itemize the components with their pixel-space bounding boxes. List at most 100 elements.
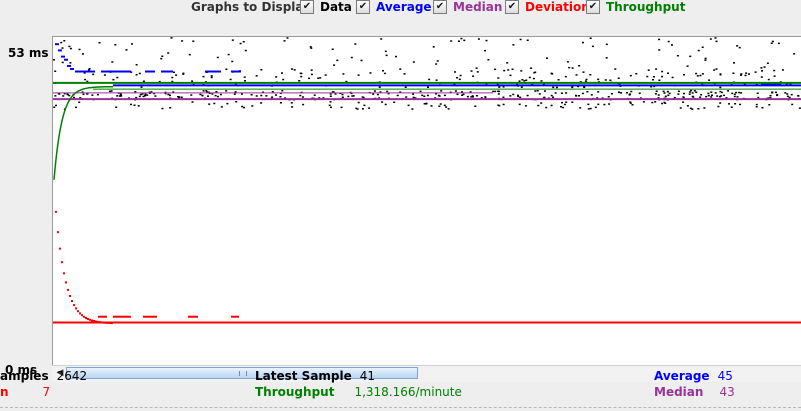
data-point — [581, 92, 584, 95]
data-point — [474, 105, 477, 107]
data-point — [210, 76, 213, 79]
checkbox-deviation[interactable]: ✔ Deviation — [505, 0, 590, 14]
data-point — [384, 50, 387, 53]
data-point — [693, 90, 696, 92]
data-point — [207, 95, 209, 97]
data-point — [54, 70, 57, 72]
checkbox-check-icon[interactable]: ✔ — [356, 0, 370, 14]
data-point — [683, 92, 685, 95]
data-point — [740, 74, 742, 76]
data-point — [116, 76, 119, 79]
data-point — [740, 92, 743, 94]
data-point — [241, 105, 244, 108]
data-point — [407, 104, 410, 107]
data-point — [786, 93, 789, 95]
data-point — [260, 69, 263, 71]
data-point — [61, 47, 64, 49]
data-point — [730, 106, 733, 108]
data-point — [103, 74, 106, 76]
checkbox-check-icon[interactable]: ✔ — [433, 0, 447, 14]
average-segment — [75, 70, 95, 73]
deviation-point — [75, 307, 77, 310]
data-point — [310, 73, 313, 76]
deviation-value: 7 — [42, 385, 51, 399]
data-point — [215, 91, 218, 93]
data-point — [354, 43, 357, 45]
data-point — [342, 73, 345, 75]
data-point — [363, 104, 366, 107]
data-point — [521, 79, 524, 81]
data-point — [308, 77, 311, 80]
data-point — [96, 93, 99, 96]
data-point — [658, 79, 661, 81]
data-point — [554, 92, 557, 94]
data-point — [255, 95, 258, 97]
data-point — [154, 95, 157, 97]
data-point — [201, 94, 204, 97]
data-point — [202, 90, 205, 92]
data-point — [403, 73, 406, 75]
data-point — [707, 94, 710, 97]
graphs-to-display-label: Graphs to Display — [191, 0, 311, 14]
data-point — [317, 77, 320, 79]
data-point — [142, 95, 145, 98]
data-point — [167, 93, 170, 96]
data-point — [220, 106, 223, 108]
data-point — [586, 91, 589, 93]
data-point — [617, 77, 620, 79]
data-point — [663, 92, 666, 94]
checkbox-median[interactable]: ✔ Median — [433, 0, 502, 14]
checkbox-throughput[interactable]: ✔ Throughput — [586, 0, 685, 14]
data-point — [130, 103, 132, 106]
data-point — [170, 37, 173, 39]
deviation-point — [91, 319, 93, 322]
data-point — [466, 95, 469, 98]
data-point — [575, 74, 578, 76]
deviation-point — [83, 315, 85, 318]
latest-sample-value: 41 — [359, 369, 376, 383]
data-point — [605, 57, 608, 59]
data-point — [608, 103, 611, 105]
checkbox-data[interactable]: ✔ Data — [300, 0, 352, 14]
data-point — [773, 75, 776, 77]
data-point — [190, 94, 193, 96]
data-point — [301, 96, 304, 98]
data-point — [462, 93, 465, 96]
checkbox-check-icon[interactable]: ✔ — [505, 0, 519, 14]
data-point — [63, 40, 66, 42]
data-point — [661, 102, 664, 105]
data-point — [652, 79, 654, 81]
data-point — [53, 106, 56, 108]
data-point — [439, 103, 442, 105]
data-point — [520, 70, 523, 72]
checkbox-average[interactable]: ✔ Average — [356, 0, 432, 14]
data-point — [386, 90, 389, 93]
data-point — [677, 90, 680, 93]
average-segment — [231, 70, 241, 73]
data-point — [739, 103, 742, 106]
data-point — [775, 91, 777, 94]
data-point — [597, 103, 600, 106]
data-point — [748, 73, 750, 75]
data-point — [700, 94, 703, 96]
data-point — [755, 103, 758, 106]
data-point — [699, 96, 702, 98]
checkbox-check-icon[interactable]: ✔ — [586, 0, 600, 14]
data-point — [356, 108, 359, 110]
checkbox-check-icon[interactable]: ✔ — [300, 0, 314, 14]
data-point — [243, 106, 245, 109]
data-point — [300, 72, 303, 75]
bottom-divider — [0, 407, 801, 409]
deviation-point — [87, 318, 89, 320]
data-point — [300, 75, 303, 78]
data-point — [458, 40, 460, 42]
data-point — [334, 93, 337, 95]
data-point — [536, 90, 539, 92]
data-point — [443, 94, 446, 97]
data-point — [555, 86, 558, 89]
deviation-point — [71, 300, 73, 302]
data-point — [756, 92, 759, 94]
data-point — [575, 95, 578, 97]
data-point — [589, 107, 592, 110]
data-point — [509, 74, 512, 77]
